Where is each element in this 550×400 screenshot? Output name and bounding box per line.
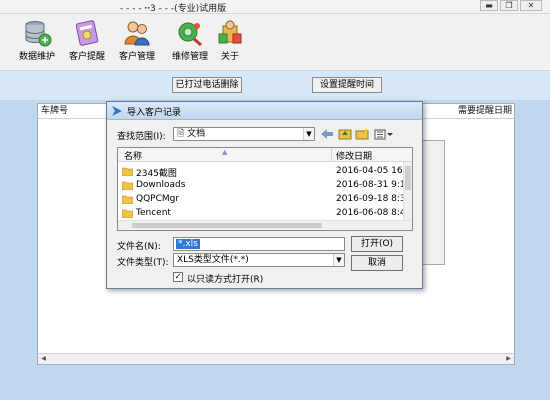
file-list-header: 名称 ▲ 修改日期 [118, 148, 412, 162]
folder-icon [122, 181, 133, 190]
file-row[interactable]: QQPCMgr 2016-09-18 8:3 [118, 192, 404, 206]
toolbar-label: 数据维护 [18, 52, 55, 62]
look-in-value: 文档 [187, 129, 206, 139]
column-header-reminder-date[interactable]: 需要提醒日期 [458, 104, 512, 118]
reminder-icon [75, 20, 99, 46]
column-modified[interactable]: 修改日期 [336, 149, 372, 162]
column-header-plate[interactable]: 车牌号 [41, 104, 68, 118]
scroll-right-icon[interactable]: ▶ [503, 354, 514, 364]
scroll-left-icon[interactable]: ◀ [38, 354, 49, 364]
dialog-title: 导入客户记录 [127, 108, 182, 118]
file-name: QQPCMgr [136, 194, 180, 204]
look-in-combo[interactable]: 🗎 文档 ▼ [173, 127, 315, 141]
toolbar-label: 客户提醒 [68, 52, 105, 62]
database-icon [25, 21, 52, 47]
file-name: Tencent [136, 208, 171, 218]
navigation-icons [319, 127, 395, 141]
action-bar: 已打过电话删除 设置提醒时间 [0, 70, 550, 100]
cancel-button[interactable]: 取消 [351, 255, 403, 271]
scroll-thumb[interactable] [132, 223, 322, 228]
readonly-checkbox[interactable]: ✓ [173, 272, 183, 282]
file-date: 2016-08-31 9:1 [336, 180, 404, 190]
column-separator [331, 148, 332, 162]
open-button[interactable]: 打开(O) [351, 236, 403, 252]
file-name: Downloads [136, 180, 186, 190]
scroll-thumb[interactable] [405, 166, 411, 190]
file-list-vertical-scrollbar[interactable] [403, 162, 412, 221]
title-bar: - - - - ꞏꞏ3 - - -(专业)试用版 ▬ ❐ ✕ [0, 0, 550, 14]
toolbar-about[interactable]: 关于 [207, 18, 253, 66]
sort-indicator-icon: ▲ [222, 148, 228, 156]
toolbar-data-maintenance[interactable]: 数据维护 [10, 18, 64, 66]
filename-value: *.xls [176, 239, 200, 249]
column-name[interactable]: 名称 [124, 149, 142, 162]
app-title: - - - - ꞏꞏ3 - - -(专业)试用版 [120, 4, 227, 14]
file-date: 2016-09-18 8:3 [336, 194, 404, 204]
close-button[interactable]: ✕ [520, 0, 542, 11]
file-date: 2016-06-08 8:4 [336, 208, 404, 218]
import-icon [112, 106, 122, 116]
toolbar-customer-reminder[interactable]: 客户提醒 [60, 18, 114, 66]
grid-horizontal-scrollbar[interactable]: ◀ ▶ [38, 353, 514, 364]
about-icon [218, 20, 242, 44]
file-row[interactable]: 2345截图 2016-04-05 16:3 [118, 164, 404, 179]
new-folder-icon[interactable] [355, 128, 369, 140]
file-row[interactable]: Tencent 2016-06-08 8:4 [118, 206, 404, 220]
toolbar-label: 客户管理 [118, 52, 155, 62]
view-menu-icon[interactable] [374, 129, 393, 140]
file-row[interactable]: Downloads 2016-08-31 9:1 [118, 178, 404, 192]
folder-icon [122, 167, 133, 176]
maximize-button[interactable]: ❐ [500, 0, 518, 11]
toolbar-customer-management[interactable]: 客户管理 [110, 18, 164, 66]
filetype-combo[interactable]: XLS类型文件(*.*) ▼ [173, 253, 345, 267]
look-in-label: 查找范围(I): [117, 132, 166, 142]
filename-label: 文件名(N): [117, 242, 161, 252]
called-delete-button[interactable]: 已打过电话删除 [172, 77, 242, 93]
filetype-value: XLS类型文件(*.*) [177, 255, 249, 265]
set-reminder-time-button[interactable]: 设置提醒时间 [312, 77, 382, 93]
filename-input[interactable]: *.xls [173, 237, 345, 251]
folder-icon [122, 209, 133, 218]
chevron-down-icon[interactable]: ▼ [333, 254, 344, 266]
file-list-horizontal-scrollbar[interactable] [118, 220, 412, 230]
filetype-label: 文件类型(T): [117, 258, 169, 268]
import-dialog: 导入客户记录 查找范围(I): 🗎 文档 ▼ 名称 ▲ 修改日期 2345截图 … [106, 101, 423, 289]
chevron-down-icon[interactable]: ▼ [303, 128, 314, 140]
minimize-button[interactable]: ▬ [480, 0, 498, 11]
main-toolbar: 数据维护 客户提醒 客户管理 维修管理 关于 [0, 14, 550, 70]
up-folder-icon[interactable] [338, 129, 352, 140]
dialog-title-bar[interactable]: 导入客户记录 [107, 102, 422, 120]
document-folder-icon: 🗎 [177, 129, 188, 139]
repair-icon [178, 22, 202, 47]
readonly-label: 以只读方式打开(R) [187, 275, 264, 285]
toolbar-label: 关于 [220, 52, 239, 62]
folder-icon [122, 195, 133, 204]
file-list[interactable]: 名称 ▲ 修改日期 2345截图 2016-04-05 16:3 Downloa… [117, 147, 413, 231]
back-icon[interactable] [321, 129, 333, 139]
file-date: 2016-04-05 16:3 [336, 166, 404, 176]
users-icon [124, 21, 150, 46]
